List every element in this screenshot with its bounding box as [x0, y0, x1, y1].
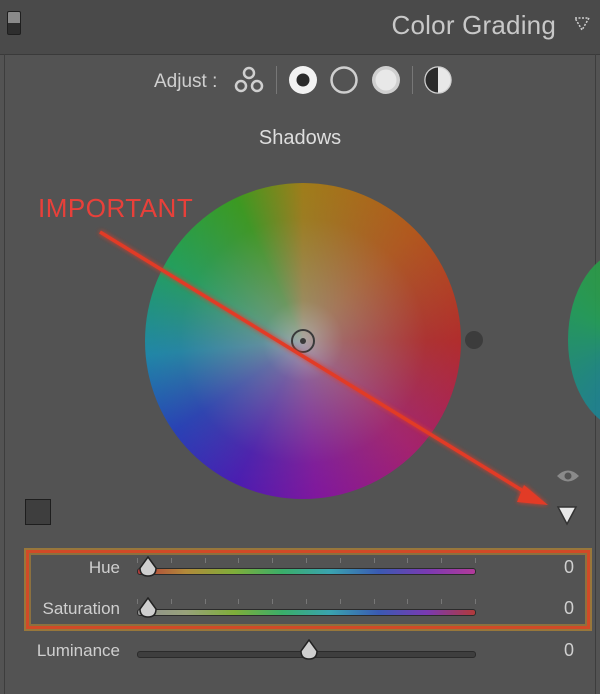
panel-title: Color Grading: [391, 10, 556, 40]
slider-tick: [475, 599, 476, 604]
saturation-slider-thumb[interactable]: [138, 597, 158, 619]
slider-ticks: [137, 599, 476, 605]
wheel-saturation-handle[interactable]: [465, 331, 483, 349]
panel-header[interactable]: Color Grading: [0, 0, 600, 55]
slider-tick: [272, 599, 273, 604]
expand-sliders-triangle-icon[interactable]: [556, 504, 578, 526]
wheel-title: Shadows: [258, 127, 342, 149]
slider-tick: [306, 558, 307, 563]
saturation-value[interactable]: 0: [564, 598, 574, 619]
saturation-slider-row: Saturation 0: [0, 595, 600, 625]
color-swatch[interactable]: [25, 499, 51, 525]
slider-ticks: [137, 558, 476, 564]
annotation-text: IMPORTANT: [38, 193, 194, 223]
luminance-slider-thumb[interactable]: [299, 639, 319, 661]
slider-tick: [171, 558, 172, 563]
hue-value[interactable]: 0: [564, 557, 574, 578]
slider-tick: [407, 558, 408, 563]
slider-tick: [171, 599, 172, 604]
slider-tick: [272, 558, 273, 563]
hue-label: Hue: [88, 558, 120, 577]
shadows-icon[interactable]: [287, 64, 319, 96]
saturation-slider-track[interactable]: [137, 609, 476, 616]
luminance-value[interactable]: 0: [564, 640, 574, 661]
mode-separator: [412, 66, 413, 94]
slider-tick: [340, 599, 341, 604]
slider-tick: [441, 558, 442, 563]
slider-tick: [374, 599, 375, 604]
slider-tick: [340, 558, 341, 563]
slider-tick: [407, 599, 408, 604]
global-icon[interactable]: [422, 64, 454, 96]
slider-tick: [306, 599, 307, 604]
hue-slider-thumb[interactable]: [138, 556, 158, 578]
eye-icon[interactable]: [556, 468, 580, 484]
slider-tick: [238, 558, 239, 563]
highlights-icon[interactable]: [370, 64, 402, 96]
luminance-label: Luminance: [36, 641, 120, 660]
wheel-center-handle[interactable]: [291, 329, 315, 353]
hue-slider-row: Hue 0: [0, 554, 600, 584]
color-grading-panel: Color Grading Adjust : Shadows IMPORTANT: [0, 0, 600, 694]
slider-tick: [205, 558, 206, 563]
saturation-label: Saturation: [42, 599, 121, 618]
slider-tick: [475, 558, 476, 563]
panel-switch-icon[interactable]: [7, 11, 21, 35]
panel-collapse-triangle-icon[interactable]: [574, 17, 590, 31]
slider-tick: [238, 599, 239, 604]
adjust-label: Adjust :: [154, 71, 218, 92]
three-way-icon[interactable]: [233, 64, 265, 96]
slider-tick: [441, 599, 442, 604]
mode-separator: [276, 66, 277, 94]
slider-tick: [374, 558, 375, 563]
luminance-slider-row: Luminance 0: [0, 637, 600, 667]
midtones-icon[interactable]: [328, 64, 360, 96]
hue-slider-track[interactable]: [137, 568, 476, 575]
slider-tick: [205, 599, 206, 604]
